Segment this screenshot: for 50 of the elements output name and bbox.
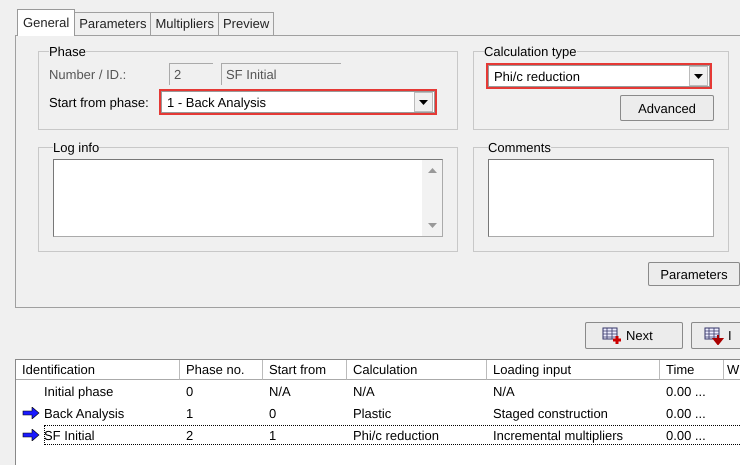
table-insert-icon [704,326,724,344]
field-label: Number / ID.: [49,66,128,82]
table-cell: 0.00 ... [666,406,706,420]
table-cell: 1 [269,428,276,442]
tab[interactable]: General [17,9,76,36]
calculation-dropdown[interactable]: Phi/c reduction [488,65,710,87]
table-cell: N/A [493,384,515,398]
table-cell: Incremental multipliers [493,428,624,442]
table-cell: N/A [269,384,291,398]
table-cell: 0 [186,384,194,398]
table-cell: Plastic [353,406,392,420]
scrollbar[interactable] [422,160,442,236]
column-header[interactable]: Phase no. [180,360,263,380]
column-header[interactable]: Time [660,360,724,380]
number-field: 2 [169,63,213,85]
scroll-up-icon[interactable] [428,168,436,173]
parameters-button[interactable]: Parameters [648,262,740,286]
table-row[interactable]: Initial phase 0 N/A N/A N/A 0.00 ... [16,380,740,402]
table-cell: 2 [186,428,194,442]
group-title: Phase [49,44,86,59]
table-row[interactable]: SF Initial 2 1 Phi/c reduction Incremental multipliers 0.00 ... [16,424,740,446]
group-title: Log info [53,140,100,155]
field-label: Start from phase: [49,94,150,110]
scroll-down-icon[interactable] [428,223,436,228]
table-cell: 0.00 ... [666,384,706,398]
phase-dropdown[interactable]: 1 - Back Analysis [161,91,435,113]
table-cell: Phi/c reduction [353,428,439,442]
table-cell: Back Analysis [44,406,124,420]
group-title: Comments [488,140,551,155]
log-text-area[interactable] [53,159,443,237]
group-title: Calculation type [484,44,576,59]
advanced-button[interactable]: Advanced [620,95,714,121]
next-button[interactable]: Next [585,322,683,349]
column-header[interactable]: Identification [16,360,180,380]
column-header[interactable]: Loading input [487,360,660,380]
table-cell: 0 [269,406,276,420]
tab[interactable]: Preview [218,12,274,35]
table-cell: Staged construction [493,406,608,420]
insert-button[interactable]: I [691,322,740,349]
table-cell: Initial phase [44,384,114,398]
table-cell: 1 [186,406,194,420]
id-field: SF Initial [221,63,341,85]
table-cell: SF Initial [44,428,95,442]
column-header[interactable]: Start from [263,360,347,380]
table-row[interactable]: Back Analysis 1 0 Plastic Staged construction 0.00 ... [16,402,740,424]
column-header[interactable]: Calculation [347,360,487,380]
table-add-icon [602,326,622,344]
table-cell: 0.00 ... [666,428,706,442]
table-cell: N/A [353,384,375,398]
comments-text-area[interactable] [488,159,714,237]
